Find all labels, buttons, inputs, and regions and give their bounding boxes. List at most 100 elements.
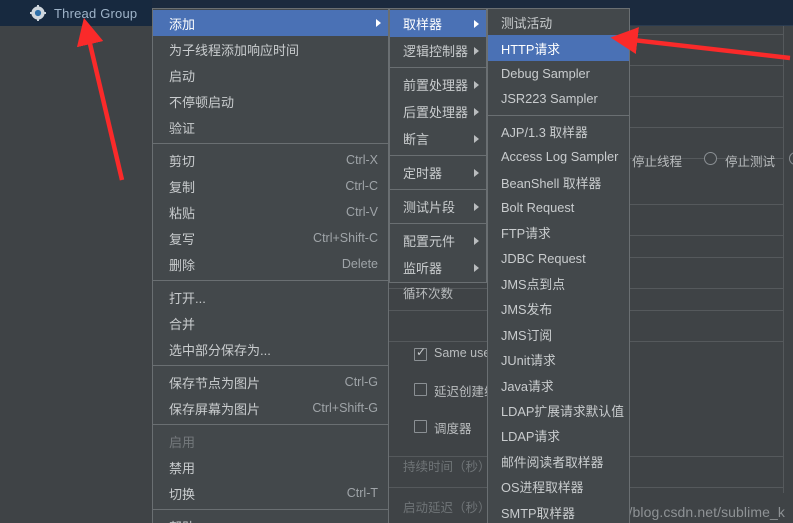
menu-item-label: Java请求 xyxy=(501,378,554,394)
scheduler-checkbox[interactable] xyxy=(414,420,427,433)
menu-item-label: 合并 xyxy=(169,316,196,332)
menu-item-shortcut: Ctrl-G xyxy=(344,375,378,389)
menu-item[interactable]: 邮件阅读者取样器 xyxy=(488,449,629,474)
menu-separator xyxy=(153,424,388,425)
menu-item[interactable]: HTTP请求 xyxy=(488,35,629,61)
menu-item[interactable]: BeanShell 取样器 xyxy=(488,169,629,194)
menu-item-label: 测试活动 xyxy=(501,16,553,32)
stop-test-radio[interactable] xyxy=(704,152,717,165)
tree-node-label: Thread Group xyxy=(54,5,138,21)
menu-item-shortcut: Ctrl-T xyxy=(346,486,378,500)
menu-item-label: 配置元件 xyxy=(403,234,456,249)
menu-item[interactable]: 验证 xyxy=(153,114,388,140)
menu-item[interactable]: 复写 Ctrl+Shift-C xyxy=(153,225,388,251)
menu-item[interactable]: JMS订阅 xyxy=(488,322,629,347)
menu-item[interactable]: 剪切 Ctrl-X xyxy=(153,147,388,173)
menu-item[interactable]: Debug Sampler xyxy=(488,61,629,86)
menu-item[interactable]: Bolt Request xyxy=(488,195,629,220)
menu-item-label: Bolt Request xyxy=(501,199,575,215)
menu-item[interactable]: 选中部分保存为... xyxy=(153,336,388,362)
menu-item[interactable]: JUnit请求 xyxy=(488,347,629,372)
menu-item[interactable]: FTP请求 xyxy=(488,220,629,245)
menu-item[interactable]: 保存节点为图片 Ctrl-G xyxy=(153,369,388,395)
menu-item[interactable]: 断言 xyxy=(390,125,486,152)
menu-item-label: 剪切 xyxy=(169,153,196,169)
menu-item[interactable]: 保存屏幕为图片 Ctrl+Shift-G xyxy=(153,395,388,421)
menu-item-label: Access Log Sampler xyxy=(501,149,619,165)
chevron-right-icon xyxy=(474,168,479,177)
menu-item-shortcut: Ctrl-X xyxy=(346,153,378,167)
menu-item-label: JMS发布 xyxy=(501,302,553,318)
menu-separator xyxy=(390,189,486,190)
menu-item[interactable]: 为子线程添加响应时间 xyxy=(153,36,388,62)
thread-group-context-menu[interactable]: 添加 为子线程添加响应时间 启动 不停顿启动验证剪切 Ctrl-X 复制 Ctrl-C 粘贴 C… xyxy=(152,8,389,523)
chevron-right-icon xyxy=(474,202,479,211)
menu-item[interactable]: 后置处理器 xyxy=(390,98,486,125)
chevron-right-icon xyxy=(474,107,479,116)
menu-item[interactable]: LDAP请求 xyxy=(488,423,629,448)
menu-item-label: LDAP扩展请求默认值 xyxy=(501,404,625,420)
menu-item[interactable]: 删除 Delete xyxy=(153,251,388,277)
menu-separator xyxy=(153,280,388,281)
menu-item-label: JDBC Request xyxy=(501,250,586,266)
menu-item-label: FTP请求 xyxy=(501,226,551,242)
menu-item-shortcut: Ctrl+Shift-G xyxy=(312,401,378,415)
menu-item-label: 禁用 xyxy=(169,460,196,476)
same-user-checkbox[interactable] xyxy=(414,346,427,361)
menu-separator xyxy=(153,143,388,144)
menu-item[interactable]: LDAP扩展请求默认值 xyxy=(488,398,629,423)
menu-item-label: 验证 xyxy=(169,120,196,136)
menu-item[interactable]: 不停顿启动 xyxy=(153,88,388,114)
menu-separator xyxy=(390,67,486,68)
menu-item-label: 删除 xyxy=(169,257,196,273)
menu-item[interactable]: 帮助 xyxy=(153,513,388,523)
menu-item[interactable]: 粘贴 Ctrl-V xyxy=(153,199,388,225)
menu-item[interactable]: 定时器 xyxy=(390,159,486,186)
gear-icon xyxy=(30,5,46,21)
menu-item-label: 启用 xyxy=(169,434,196,450)
menu-item[interactable]: JMS点到点 xyxy=(488,271,629,296)
chevron-right-icon xyxy=(376,19,381,27)
loop-count-label: 循环次数 xyxy=(403,287,454,301)
stop-test-now-radio[interactable] xyxy=(789,152,793,165)
menu-item[interactable]: 测试活动 xyxy=(488,10,629,35)
menu-item-label: 测试片段 xyxy=(403,200,456,215)
menu-item[interactable]: 复制 Ctrl-C xyxy=(153,173,388,199)
menu-item-label: JUnit请求 xyxy=(501,353,556,369)
menu-item[interactable]: 测试片段 xyxy=(390,193,486,220)
add-submenu[interactable]: 取样器 逻辑控制器前置处理器 后置处理器断言定时器测试片段配置元件监听器 xyxy=(389,8,487,283)
menu-item[interactable]: Access Log Sampler xyxy=(488,144,629,169)
sampler-submenu[interactable]: 测试活动 HTTP请求 Debug Sampler JSR223 Sampler AJP… xyxy=(487,8,630,523)
menu-item[interactable]: AJP/1.3 取样器 xyxy=(488,119,629,144)
menu-item[interactable]: 禁用 xyxy=(153,454,388,480)
menu-separator xyxy=(153,365,388,366)
menu-item[interactable]: 逻辑控制器 xyxy=(390,37,486,64)
menu-item-label: AJP/1.3 取样器 xyxy=(501,124,588,140)
menu-item-label: 切换 xyxy=(169,486,196,502)
menu-item[interactable]: 配置元件 xyxy=(390,227,486,254)
delay-thread-creation-checkbox[interactable] xyxy=(414,383,427,396)
menu-item[interactable]: JDBC Request xyxy=(488,246,629,271)
menu-item-shortcut: Delete xyxy=(341,257,378,271)
menu-item[interactable]: Java请求 xyxy=(488,372,629,397)
menu-item[interactable]: 合并 xyxy=(153,310,388,336)
menu-item-label: 断言 xyxy=(403,132,430,147)
menu-item[interactable]: 切换 Ctrl-T xyxy=(153,480,388,506)
menu-item[interactable]: 添加 xyxy=(153,10,388,36)
panel-right-inner-border xyxy=(783,26,784,493)
menu-item[interactable]: SMTP取样器 xyxy=(488,499,629,523)
menu-item[interactable]: 前置处理器 xyxy=(390,71,486,98)
menu-item[interactable]: OS进程取样器 xyxy=(488,474,629,499)
menu-item[interactable]: JMS发布 xyxy=(488,296,629,321)
menu-item[interactable]: JSR223 Sampler xyxy=(488,86,629,111)
tree-node-thread-group[interactable]: Thread Group xyxy=(0,0,152,26)
menu-item-label: 保存节点为图片 xyxy=(169,375,261,391)
menu-item[interactable]: 打开... xyxy=(153,284,388,310)
menu-item-label: 复制 xyxy=(169,179,196,195)
menu-item[interactable]: 取样器 xyxy=(390,10,486,37)
menu-item-label: 复写 xyxy=(169,231,196,247)
chevron-right-icon xyxy=(474,46,479,55)
menu-item[interactable]: 启动 xyxy=(153,62,388,88)
startup-delay-label: 启动延迟（秒） xyxy=(403,501,491,515)
menu-item[interactable]: 监听器 xyxy=(390,254,486,281)
